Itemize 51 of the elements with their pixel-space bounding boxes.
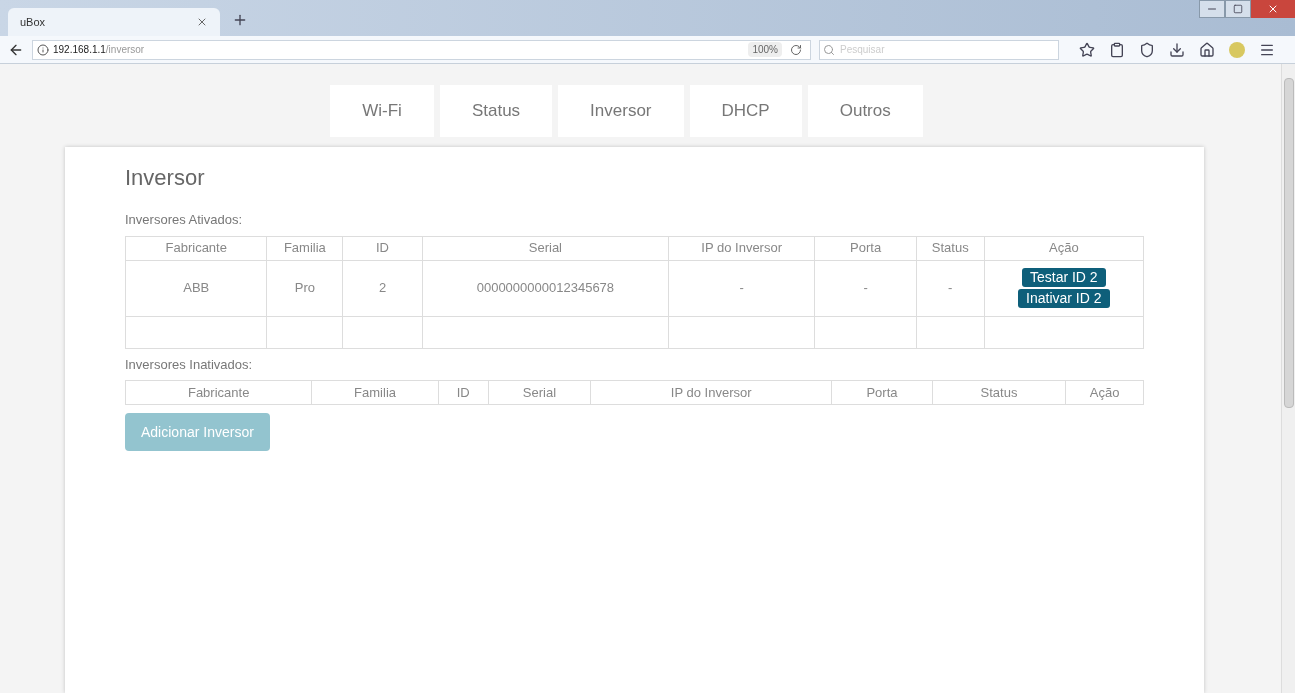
column-header: Ação xyxy=(1065,380,1144,405)
close-icon[interactable] xyxy=(196,16,208,28)
column-header: Serial xyxy=(488,380,591,405)
table-cell: 0000000000012345678 xyxy=(422,260,669,316)
nav-tab[interactable]: Inversor xyxy=(558,85,684,137)
zoom-level[interactable]: 100% xyxy=(748,42,782,57)
column-header: Familia xyxy=(266,236,343,260)
scrollbar[interactable] xyxy=(1281,64,1295,693)
url-text: 192.168.1.1/inversor xyxy=(53,43,145,57)
section-title: Inversores Ativados: xyxy=(125,211,244,229)
new-tab-icon[interactable] xyxy=(232,12,248,28)
search-icon xyxy=(823,43,835,56)
column-header: Ação xyxy=(984,236,1144,260)
action-button[interactable]: Testar ID 2 xyxy=(1021,268,1106,287)
download-icon[interactable] xyxy=(1169,41,1185,58)
star-icon[interactable] xyxy=(1079,41,1095,58)
maximize-button[interactable] xyxy=(1225,0,1251,18)
nav-tab[interactable]: Outros xyxy=(807,85,923,137)
action-button[interactable]: Inativar ID 2 xyxy=(1018,289,1110,308)
column-header: Status xyxy=(916,236,985,260)
home-icon[interactable] xyxy=(1199,41,1215,58)
reload-icon[interactable] xyxy=(790,43,802,56)
column-header: Porta xyxy=(814,236,917,260)
shield-icon[interactable] xyxy=(1139,41,1155,58)
table-cell: 2 xyxy=(342,260,423,316)
column-header: Porta xyxy=(831,380,933,405)
clipboard-icon[interactable] xyxy=(1109,41,1125,58)
column-header: Familia xyxy=(311,380,439,405)
nav-tab[interactable]: Wi-Fi xyxy=(330,85,434,137)
column-header: IP do Inversor xyxy=(668,236,815,260)
nav-tab[interactable]: Status xyxy=(439,85,553,137)
column-header: Status xyxy=(932,380,1066,405)
nav-tab[interactable]: DHCP xyxy=(689,85,802,137)
close-icon xyxy=(1267,3,1279,15)
browser-tab[interactable]: uBox xyxy=(8,8,220,36)
maximize-icon xyxy=(1233,4,1243,14)
column-header: ID xyxy=(342,236,423,260)
table-cell: ABB xyxy=(125,260,267,316)
column-header: ID xyxy=(438,380,489,405)
column-header: Serial xyxy=(422,236,669,260)
table-cell: - xyxy=(916,260,985,316)
column-header: Fabricante xyxy=(125,236,267,260)
address-field[interactable]: 192.168.1.1/inversor 100% xyxy=(32,39,811,60)
section-title: Inversores Inativados: xyxy=(125,355,254,374)
info-icon[interactable] xyxy=(37,43,49,56)
page-title: Inversor xyxy=(125,164,206,192)
table-cell: - xyxy=(668,260,815,316)
column-header: Fabricante xyxy=(125,380,312,405)
column-header: IP do Inversor xyxy=(590,380,832,405)
table-cell: Pro xyxy=(266,260,343,316)
table-cell: - xyxy=(814,260,917,316)
